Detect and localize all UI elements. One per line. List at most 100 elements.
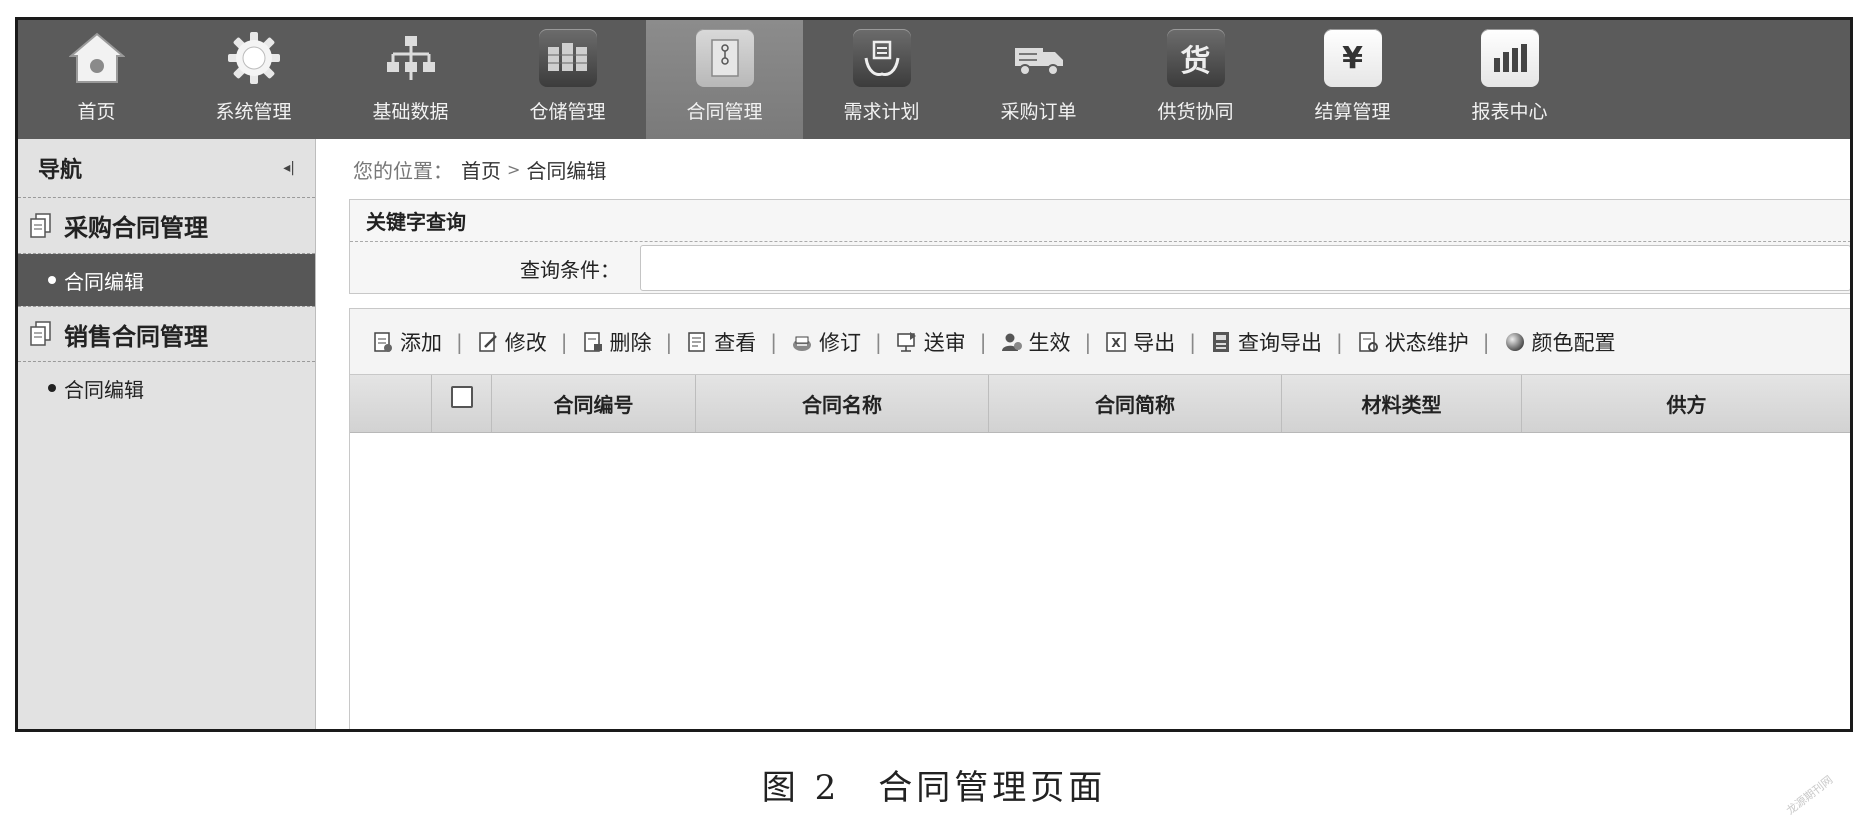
- status-maintain-button[interactable]: 状态维护: [1357, 327, 1469, 357]
- nav-item-base-data[interactable]: 基础数据: [332, 20, 489, 139]
- nav-item-warehouse[interactable]: 仓储管理: [489, 20, 646, 139]
- nav-label: 需求计划: [843, 101, 920, 123]
- export-button-label: 导出: [1133, 330, 1176, 355]
- sidebar-item-label: 合同编辑: [64, 269, 144, 294]
- revise-icon: [791, 331, 813, 353]
- sidebar-item-label: 合同编辑: [64, 377, 144, 402]
- bullet-icon: [48, 384, 56, 392]
- query-panel-title: 关键字查询: [350, 200, 1850, 242]
- edit-button-label: 修改: [504, 330, 547, 355]
- nav-item-supply[interactable]: 货 供货协同: [1117, 20, 1274, 139]
- revise-button[interactable]: 修订: [791, 327, 861, 357]
- column-header-contract-name[interactable]: 合同名称: [696, 375, 989, 432]
- sidebar-header: 导航 ◂|: [18, 139, 315, 198]
- contract-icon: [695, 28, 755, 88]
- query-condition-label: 查询条件：: [520, 257, 620, 282]
- color-config-button[interactable]: 颜色配置: [1504, 327, 1616, 357]
- submit-review-button[interactable]: 送审: [896, 327, 966, 357]
- sidebar-title: 导航: [38, 158, 83, 183]
- submit-review-icon: [896, 331, 918, 353]
- user-activate-icon: [1001, 331, 1023, 353]
- nav-item-report[interactable]: 报表中心: [1431, 20, 1588, 139]
- nav-item-demand-plan[interactable]: 需求计划: [803, 20, 960, 139]
- toolbar-separator: |: [1336, 329, 1343, 354]
- column-header-contract-no[interactable]: 合同编号: [492, 375, 696, 432]
- delete-button[interactable]: 删除: [582, 327, 652, 357]
- nav-label: 首页: [77, 101, 116, 123]
- row-number-header: [350, 375, 432, 432]
- nav-label: 基础数据: [372, 101, 449, 123]
- edit-button[interactable]: 修改: [477, 327, 547, 357]
- column-header-contract-short-name[interactable]: 合同简称: [989, 375, 1282, 432]
- supply-icon: 货: [1166, 28, 1226, 88]
- toolbar-separator: |: [875, 329, 882, 354]
- color-config-button-label: 颜色配置: [1531, 330, 1616, 355]
- figure-caption: 图 2 合同管理页面: [761, 768, 1107, 808]
- select-all-checkbox[interactable]: [450, 385, 473, 408]
- sidebar-group-sales-contract[interactable]: 销售合同管理: [18, 306, 315, 362]
- home-icon: [67, 28, 127, 88]
- toolbar-separator: |: [1084, 329, 1092, 354]
- sidebar-item-contract-edit[interactable]: 合同编辑: [18, 254, 315, 306]
- nav-label: 仓储管理: [529, 101, 606, 123]
- toolbar-separator: |: [1482, 329, 1490, 354]
- demand-plan-icon: [852, 28, 912, 88]
- app-window: 首页 系统管理 基础数据 仓储管理 合同管理 需求计划 采购订单 货 供货协同 …: [15, 17, 1853, 732]
- status-maintain-button-label: 状态维护: [1384, 330, 1469, 355]
- add-doc-icon: [372, 331, 394, 353]
- breadcrumb: 您的位置： 首页 > 合同编辑: [316, 139, 1850, 199]
- submit-review-button-label: 送审: [923, 330, 966, 355]
- activate-button[interactable]: 生效: [1001, 327, 1071, 357]
- folder-doc-icon: [30, 212, 52, 239]
- export-button[interactable]: X 导出: [1105, 327, 1175, 357]
- grid-header: 合同编号 合同名称 合同简称 材料类型 供方: [350, 375, 1850, 433]
- sidebar-item-contract-edit[interactable]: 合同编辑: [18, 362, 315, 414]
- svg-text:X: X: [1112, 336, 1122, 350]
- hierarchy-icon: [381, 28, 441, 88]
- sidebar-group-purchase-contract[interactable]: 采购合同管理: [18, 198, 315, 254]
- query-condition-input[interactable]: [640, 245, 1850, 291]
- toolbar-separator: |: [979, 329, 987, 354]
- grid-body: [350, 433, 1850, 729]
- view-button-label: 查看: [714, 330, 757, 355]
- add-button[interactable]: 添加: [372, 327, 442, 357]
- excel-export-icon: X: [1105, 331, 1127, 353]
- view-button[interactable]: 查看: [686, 327, 756, 357]
- collapse-sidebar-icon[interactable]: ◂|: [283, 160, 295, 176]
- nav-item-contract[interactable]: 合同管理: [646, 20, 803, 139]
- nav-label: 采购订单: [1000, 101, 1077, 123]
- query-export-button[interactable]: 查询导出: [1210, 327, 1322, 357]
- column-header-material-type[interactable]: 材料类型: [1282, 375, 1522, 432]
- activate-button-label: 生效: [1028, 330, 1071, 355]
- column-header-supplier[interactable]: 供方: [1522, 375, 1850, 432]
- toolbar-separator: |: [770, 329, 777, 354]
- contract-grid-panel: 添加 | 修改 | 删除 | 查看 | 修订 | 送审 | 生效 | X 导出 …: [349, 308, 1850, 729]
- nav-item-home[interactable]: 首页: [18, 20, 175, 139]
- query-export-icon: [1210, 331, 1232, 353]
- revise-button-label: 修订: [819, 330, 861, 355]
- breadcrumb-separator: >: [507, 159, 521, 179]
- select-all-header: [432, 375, 492, 432]
- toolbar-separator: |: [560, 329, 568, 354]
- purchase-order-icon: [1009, 28, 1069, 88]
- sidebar: 导航 ◂| 采购合同管理 合同编辑 销售合同管理 合同编辑: [18, 139, 316, 729]
- add-button-label: 添加: [400, 330, 442, 355]
- warehouse-icon: [538, 28, 598, 88]
- bullet-icon: [48, 276, 56, 284]
- breadcrumb-home-link[interactable]: 首页: [461, 155, 501, 184]
- nav-item-purchase-order[interactable]: 采购订单: [960, 20, 1117, 139]
- toolbar-separator: |: [456, 329, 463, 354]
- keyword-query-panel: 关键字查询 查询条件：: [349, 199, 1850, 294]
- color-globe-icon: [1504, 331, 1526, 353]
- folder-doc-icon: [30, 321, 52, 347]
- breadcrumb-current: 合同编辑: [526, 158, 607, 183]
- nav-item-settlement[interactable]: ¥ 结算管理: [1274, 20, 1431, 139]
- sidebar-group-label: 销售合同管理: [64, 322, 208, 351]
- gear-icon: [224, 28, 284, 88]
- top-navigation: 首页 系统管理 基础数据 仓储管理 合同管理 需求计划 采购订单 货 供货协同 …: [18, 20, 1850, 139]
- toolbar-separator: |: [665, 329, 673, 354]
- nav-label: 系统管理: [215, 101, 292, 123]
- sidebar-group-label: 采购合同管理: [64, 214, 208, 242]
- nav-item-system[interactable]: 系统管理: [175, 20, 332, 139]
- nav-label: 合同管理: [686, 101, 763, 123]
